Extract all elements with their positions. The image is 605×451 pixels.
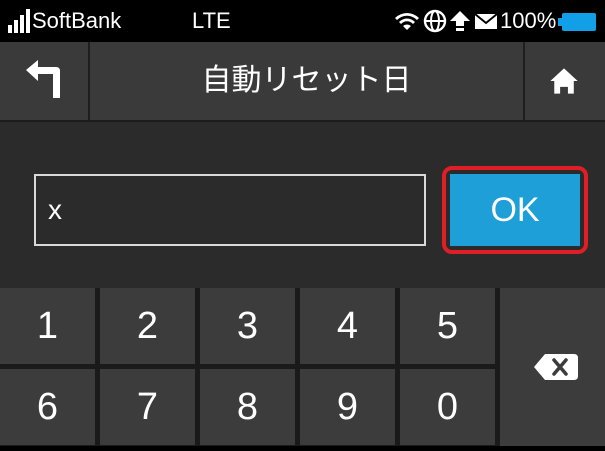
input-area: x OK xyxy=(0,122,605,288)
device-screen: SoftBank LTE 100% 自動リセット日 x OK 1 2 3 4 5… xyxy=(0,0,605,446)
ok-button[interactable]: OK xyxy=(450,174,580,246)
back-button[interactable] xyxy=(0,42,90,120)
signal-icon xyxy=(8,9,30,33)
battery-icon xyxy=(558,13,596,31)
key-6[interactable]: 6 xyxy=(0,369,95,445)
numeric-keypad: 1 2 3 4 5 6 7 8 9 0 xyxy=(0,288,605,446)
reset-day-input[interactable]: x xyxy=(34,174,426,246)
key-7[interactable]: 7 xyxy=(100,369,195,445)
battery-percentage: 100% xyxy=(500,8,557,33)
globe-icon xyxy=(423,9,447,33)
key-9[interactable]: 9 xyxy=(300,369,395,445)
network-type: LTE xyxy=(192,8,231,33)
header-bar: 自動リセット日 xyxy=(0,42,605,120)
page-title: 自動リセット日 xyxy=(201,63,412,98)
backspace-key[interactable] xyxy=(500,288,605,446)
wifi-icon xyxy=(395,13,419,30)
key-4[interactable]: 4 xyxy=(300,288,395,364)
carrier-name: SoftBank xyxy=(32,8,122,33)
key-3[interactable]: 3 xyxy=(200,288,295,364)
status-bar: SoftBank LTE 100% xyxy=(0,0,605,42)
key-8[interactable]: 8 xyxy=(200,369,295,445)
key-1[interactable]: 1 xyxy=(0,288,95,364)
mail-icon xyxy=(474,13,498,29)
back-arrow-icon xyxy=(26,60,60,98)
home-button[interactable] xyxy=(523,42,605,120)
backspace-icon xyxy=(534,354,578,380)
home-icon xyxy=(550,68,578,94)
key-5[interactable]: 5 xyxy=(400,288,495,364)
upload-icon xyxy=(450,11,470,31)
key-2[interactable]: 2 xyxy=(100,288,195,364)
key-0[interactable]: 0 xyxy=(400,369,495,445)
